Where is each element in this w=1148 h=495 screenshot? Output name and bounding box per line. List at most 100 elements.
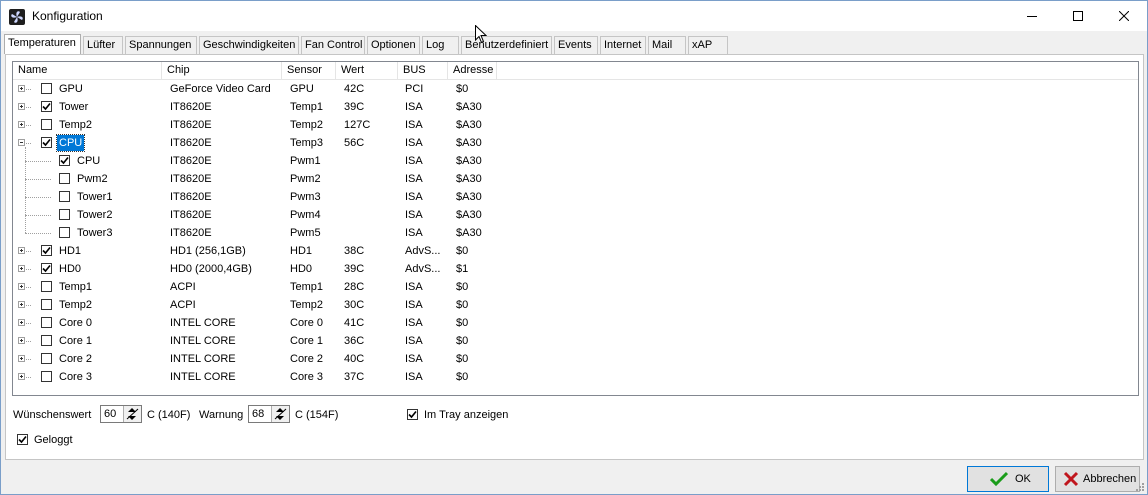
resize-grip-icon[interactable]	[1134, 481, 1145, 492]
row-checkbox[interactable]	[41, 299, 52, 310]
row-name[interactable]: Temp2	[57, 296, 94, 314]
tab-l-fter[interactable]: Lüfter	[83, 36, 123, 54]
row-checkbox[interactable]	[41, 263, 52, 274]
warnung-spinner[interactable]: 68	[248, 405, 290, 423]
minimize-button[interactable]	[1009, 1, 1055, 31]
expand-icon[interactable]	[18, 265, 25, 272]
tab-temperaturen[interactable]: Temperaturen	[4, 34, 81, 54]
ok-button[interactable]: OK	[967, 466, 1049, 492]
tree-row[interactable]: Temp2 IT8620E Temp2 127C ISA $A30	[13, 116, 1138, 134]
row-name[interactable]: HD1	[57, 242, 83, 260]
tree-row[interactable]: CPU IT8620E Temp3 56C ISA $A30	[13, 134, 1138, 152]
row-name[interactable]: Tower3	[75, 224, 114, 242]
row-name[interactable]: Tower	[57, 98, 90, 116]
tree-row[interactable]: Tower IT8620E Temp1 39C ISA $A30	[13, 98, 1138, 116]
tree-row[interactable]: Core 3 INTEL CORE Core 3 37C ISA $0	[13, 368, 1138, 386]
row-checkbox[interactable]	[59, 173, 70, 184]
tab-xap[interactable]: xAP	[688, 36, 728, 54]
column-header-adresse[interactable]: Adresse	[448, 62, 497, 79]
row-name[interactable]: HD0	[57, 260, 83, 278]
expand-icon[interactable]	[18, 301, 25, 308]
expand-icon[interactable]	[18, 85, 25, 92]
row-checkbox[interactable]	[41, 281, 52, 292]
row-checkbox[interactable]	[41, 137, 52, 148]
expand-icon[interactable]	[18, 337, 25, 344]
row-checkbox[interactable]	[41, 335, 52, 346]
row-checkbox[interactable]	[41, 245, 52, 256]
tab-log[interactable]: Log	[422, 36, 459, 54]
row-checkbox[interactable]	[41, 83, 52, 94]
tree-child-row[interactable]: Tower3 IT8620E Pwm5 ISA $A30	[13, 224, 1138, 242]
row-checkbox[interactable]	[41, 317, 52, 328]
tree-child-row[interactable]: Pwm2 IT8620E Pwm2 ISA $A30	[13, 170, 1138, 188]
row-name[interactable]: Core 1	[57, 332, 94, 350]
tree-row[interactable]: HD1 HD1 (256,1GB) HD1 38C AdvS... $0	[13, 242, 1138, 260]
tab-optionen[interactable]: Optionen	[367, 36, 420, 54]
tab-events[interactable]: Events	[554, 36, 598, 54]
wunschwert-label: Wünschenswert	[13, 409, 92, 421]
sensor-tree-list[interactable]: Name Chip Sensor Wert BUS Adresse GPU GeF…	[12, 61, 1139, 396]
tab-mail[interactable]: Mail	[648, 36, 686, 54]
row-checkbox[interactable]	[41, 119, 52, 130]
row-checkbox[interactable]	[59, 155, 70, 166]
expand-icon[interactable]	[18, 355, 25, 362]
warnung-value[interactable]: 68	[252, 407, 264, 422]
row-name[interactable]: Temp1	[57, 278, 94, 296]
tree-row[interactable]: Core 2 INTEL CORE Core 2 40C ISA $0	[13, 350, 1138, 368]
tree-row[interactable]: HD0 HD0 (2000,4GB) HD0 39C AdvS... $1	[13, 260, 1138, 278]
expand-icon[interactable]	[18, 373, 25, 380]
tree-row[interactable]: Temp1 ACPI Temp1 28C ISA $0	[13, 278, 1138, 296]
row-name[interactable]: Tower2	[75, 206, 114, 224]
row-checkbox[interactable]	[59, 227, 70, 238]
wunschwert-value[interactable]: 60	[104, 407, 116, 422]
row-name[interactable]: Tower1	[75, 188, 114, 206]
tree-child-row[interactable]: Tower2 IT8620E Pwm4 ISA $A30	[13, 206, 1138, 224]
expand-icon[interactable]	[18, 247, 25, 254]
spinner-arrows-icon[interactable]	[271, 406, 289, 422]
tree-row[interactable]: Core 0 INTEL CORE Core 0 41C ISA $0	[13, 314, 1138, 332]
tree-row[interactable]: GPU GeForce Video Card GPU 42C PCI $0	[13, 80, 1138, 98]
column-header-chip[interactable]: Chip	[162, 62, 282, 79]
row-checkbox[interactable]	[59, 209, 70, 220]
row-name[interactable]: GPU	[57, 80, 85, 98]
row-name[interactable]: CPU	[55, 134, 86, 152]
expand-icon[interactable]	[18, 121, 25, 128]
row-bus: ISA	[405, 173, 423, 185]
column-header-wert[interactable]: Wert	[336, 62, 398, 79]
maximize-button[interactable]	[1055, 1, 1101, 31]
row-checkbox[interactable]	[41, 371, 52, 382]
row-name[interactable]: Core 2	[57, 350, 94, 368]
row-name[interactable]: Core 0	[57, 314, 94, 332]
expand-icon[interactable]	[18, 103, 25, 110]
row-bus: ISA	[405, 227, 423, 239]
expand-icon[interactable]	[18, 283, 25, 290]
cancel-button[interactable]: Abbrechen	[1055, 466, 1140, 492]
tab-geschwindigkeiten[interactable]: Geschwindigkeiten	[199, 36, 299, 54]
spinner-arrows-icon[interactable]	[123, 406, 141, 422]
row-name[interactable]: Pwm2	[75, 170, 110, 188]
row-checkbox[interactable]	[41, 101, 52, 112]
row-name[interactable]: Core 3	[57, 368, 94, 386]
row-adresse: $0	[456, 281, 469, 293]
wunschwert-spinner[interactable]: 60	[100, 405, 142, 423]
tray-checkbox[interactable]	[407, 409, 418, 420]
geloggt-checkbox[interactable]	[17, 434, 28, 445]
column-header-sensor[interactable]: Sensor	[282, 62, 336, 79]
collapse-icon[interactable]	[18, 139, 25, 146]
tab-fan-control[interactable]: Fan Control	[301, 36, 365, 54]
row-wert: 40C	[344, 353, 365, 365]
tab-spannungen[interactable]: Spannungen	[125, 36, 197, 54]
tree-row[interactable]: Temp2 ACPI Temp2 30C ISA $0	[13, 296, 1138, 314]
tree-child-row[interactable]: Tower1 IT8620E Pwm3 ISA $A30	[13, 188, 1138, 206]
row-checkbox[interactable]	[59, 191, 70, 202]
row-checkbox[interactable]	[41, 353, 52, 364]
close-button[interactable]	[1101, 1, 1147, 31]
tree-row[interactable]: Core 1 INTEL CORE Core 1 36C ISA $0	[13, 332, 1138, 350]
column-header-bus[interactable]: BUS	[398, 62, 448, 79]
row-name[interactable]: CPU	[75, 152, 102, 170]
tree-child-row[interactable]: CPU IT8620E Pwm1 ISA $A30	[13, 152, 1138, 170]
row-name[interactable]: Temp2	[57, 116, 94, 134]
tab-internet[interactable]: Internet	[600, 36, 646, 54]
expand-icon[interactable]	[18, 319, 25, 326]
column-header-name[interactable]: Name	[13, 62, 162, 79]
